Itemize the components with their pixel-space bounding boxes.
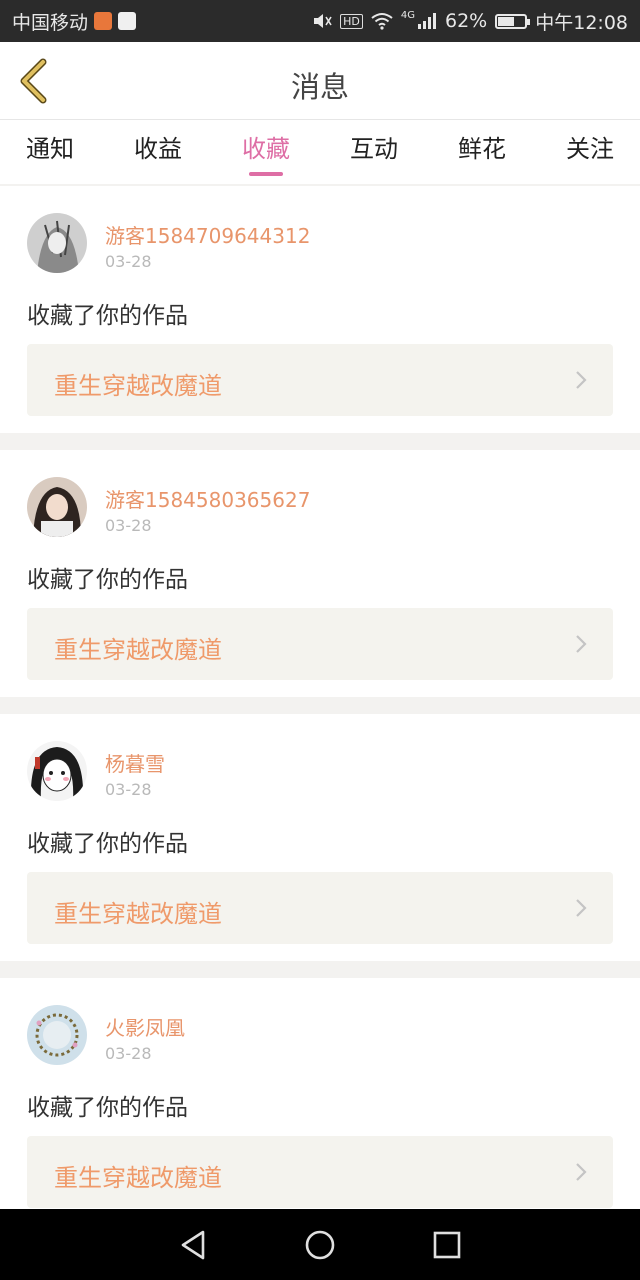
message-text: 收藏了你的作品: [27, 303, 188, 329]
message-date: 03-28: [105, 516, 152, 535]
message-card: 火影凤凰 03-28 收藏了你的作品 重生穿越改魔道: [0, 978, 640, 1225]
user-name[interactable]: 杨暮雪: [105, 748, 165, 777]
carrier-label: 中国移动: [12, 11, 89, 34]
message-list: 游客1584709644312 03-28 收藏了你的作品 重生穿越改魔道 游客…: [0, 186, 640, 1242]
user-avatar[interactable]: [27, 213, 87, 273]
user-avatar[interactable]: [27, 1005, 87, 1065]
tab-earnings[interactable]: 收益: [134, 120, 182, 184]
home-circle-icon[interactable]: [304, 1229, 336, 1261]
work-title: 重生穿越改魔道: [54, 1164, 222, 1192]
work-link[interactable]: 重生穿越改魔道: [27, 872, 613, 944]
work-link[interactable]: 重生穿越改魔道: [27, 344, 613, 416]
system-nav-bar: [0, 1209, 640, 1280]
tab-bar: 通知 收益 收藏 互动 鲜花 关注: [0, 120, 640, 184]
signal-icon: [418, 13, 436, 29]
work-link[interactable]: 重生穿越改魔道: [27, 1136, 613, 1208]
tab-favorites[interactable]: 收藏: [242, 120, 290, 184]
battery-icon: [495, 13, 531, 29]
work-title: 重生穿越改魔道: [54, 372, 222, 400]
message-date: 03-28: [105, 1044, 152, 1063]
mute-icon: [314, 14, 332, 28]
message-card: 杨暮雪 03-28 收藏了你的作品 重生穿越改魔道: [0, 714, 640, 961]
header: 消息: [0, 42, 640, 120]
message-date: 03-28: [105, 252, 152, 271]
message-card: 游客1584709644312 03-28 收藏了你的作品 重生穿越改魔道: [0, 186, 640, 433]
chevron-right-icon: [576, 635, 587, 653]
clock: 中午12:08: [535, 11, 628, 34]
work-link[interactable]: 重生穿越改魔道: [27, 608, 613, 680]
user-avatar[interactable]: [27, 477, 87, 537]
user-name[interactable]: 游客1584580365627: [105, 484, 310, 513]
back-triangle-icon[interactable]: [179, 1229, 207, 1261]
message-date: 03-28: [105, 780, 152, 799]
hd-badge: HD: [340, 13, 363, 29]
message-text: 收藏了你的作品: [27, 567, 188, 593]
page-title: 消息: [290, 70, 349, 104]
wifi-icon: [371, 13, 393, 30]
message-text: 收藏了你的作品: [27, 831, 188, 857]
battery-percent: 62%: [445, 10, 488, 32]
tab-flowers[interactable]: 鲜花: [458, 120, 506, 184]
user-avatar[interactable]: [27, 741, 87, 801]
chevron-right-icon: [576, 899, 587, 917]
user-name[interactable]: 火影凤凰: [105, 1012, 185, 1041]
recent-apps-icon[interactable]: [433, 1231, 461, 1259]
network-type: 4G: [400, 9, 415, 21]
user-name[interactable]: 游客1584709644312: [105, 220, 310, 249]
video-app-icon: [94, 12, 113, 30]
work-title: 重生穿越改魔道: [54, 636, 222, 664]
message-card: 游客1584580365627 03-28 收藏了你的作品 重生穿越改魔道: [0, 450, 640, 697]
pet-app-icon: [118, 12, 137, 30]
status-bar: 中国移动 HD 4G 62% 中午12:08: [0, 0, 640, 42]
chevron-right-icon: [576, 371, 587, 389]
tab-notifications[interactable]: 通知: [26, 120, 74, 184]
tab-interactions[interactable]: 互动: [350, 120, 398, 184]
battery-level: [498, 16, 515, 26]
chevron-right-icon: [576, 1163, 587, 1181]
tab-follows[interactable]: 关注: [566, 120, 614, 184]
message-text: 收藏了你的作品: [27, 1095, 188, 1121]
work-title: 重生穿越改魔道: [54, 900, 222, 928]
